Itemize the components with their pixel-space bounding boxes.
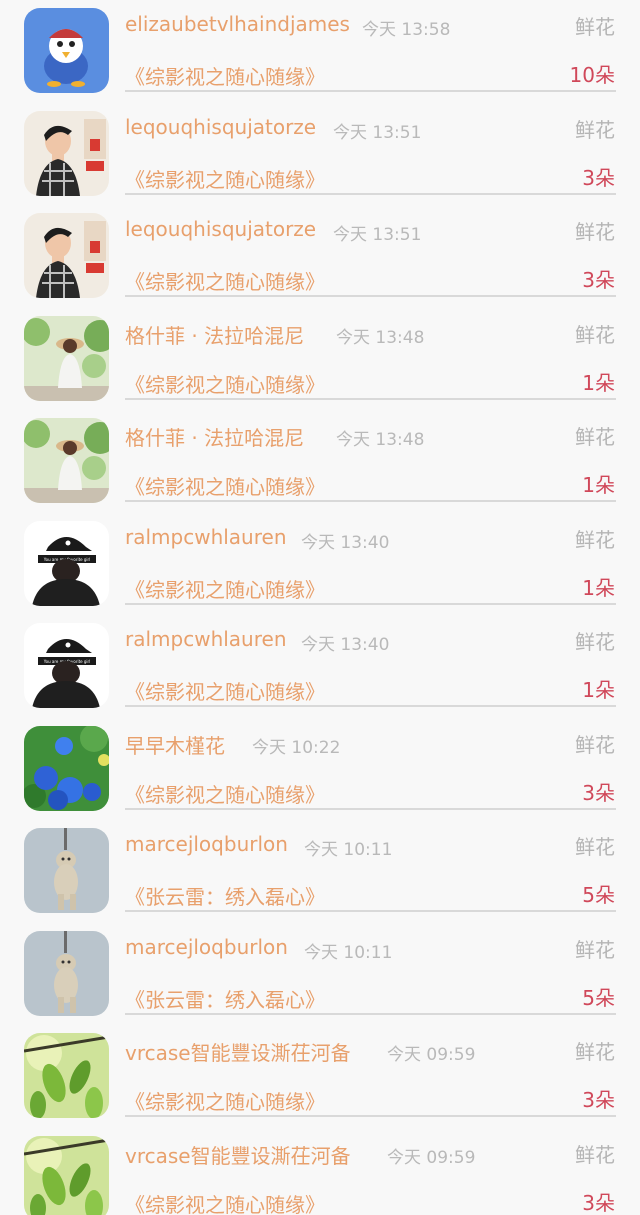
work-title-link[interactable]: 《综影视之随心随缘》 [125, 164, 325, 193]
gift-record-row[interactable]: leqouqhisqujatorze 今天 13:51 鲜花《综影视之随心随缘》 3朵 [0, 205, 640, 308]
timestamp: 今天 13:48 [336, 327, 425, 348]
gift-record-row[interactable]: marcejloqburlon 今天 10:11 鲜花《张云雷：绣入磊心》 5朵 [0, 820, 640, 923]
row-divider [125, 90, 616, 92]
gift-count: 5朵 [582, 883, 615, 907]
row-divider [125, 807, 616, 810]
user-avatar[interactable] [24, 110, 109, 196]
user-avatar[interactable] [24, 315, 109, 401]
user-avatar[interactable] [24, 213, 109, 298]
gift-record-row[interactable]: 格什菲 · 法拉哈混尼 今天 13:48 鲜花《综影视之随心随缘》 1朵 [0, 410, 640, 513]
gift-count: 1朵 [582, 575, 615, 600]
timestamp: 今天 13:51 [333, 225, 422, 245]
gift-type-label: 鲜花 [575, 425, 615, 449]
timestamp: 今天 09:59 [387, 1147, 476, 1168]
work-title-link[interactable]: 《综影视之随心随缘》 [125, 1189, 325, 1215]
timestamp: 今天 10:11 [304, 942, 393, 963]
timestamp: 今天 09:59 [387, 1045, 476, 1065]
work-title-link[interactable]: 《综影视之随心随缘》 [125, 61, 325, 90]
timestamp: 今天 13:40 [301, 532, 390, 553]
gift-count: 1朵 [582, 370, 615, 395]
gift-type-label: 鲜花 [575, 527, 615, 552]
gift-record-row[interactable]: vrcase智能豐设澌茌河备 今天 09:59 鲜花《综影视之随心随缘》 3朵 [0, 1128, 640, 1215]
timestamp: 今天 13:51 [333, 122, 422, 143]
gift-type-label: 鲜花 [575, 1040, 615, 1064]
gift-type-label: 鲜花 [575, 15, 615, 39]
user-avatar[interactable] [24, 725, 109, 811]
username[interactable]: 格什菲 · 法拉哈混尼 [125, 320, 304, 349]
row-divider [125, 1115, 616, 1117]
row-divider [125, 500, 616, 502]
row-divider [125, 910, 616, 912]
work-title-link[interactable]: 《综影视之随心随缘》 [125, 574, 325, 603]
user-avatar[interactable] [24, 418, 109, 503]
username[interactable]: 格什菲 · 法拉哈混尼 [125, 422, 304, 451]
gift-record-row[interactable]: marcejloqburlon 今天 10:11 鲜花《张云雷：绣入磊心》 5朵 [0, 923, 640, 1026]
gift-type-label: 鲜花 [575, 835, 615, 859]
gift-type-label: 鲜花 [575, 1142, 615, 1167]
row-divider [125, 295, 616, 297]
user-avatar[interactable]: You are my favorite girl [24, 623, 109, 708]
gift-record-row[interactable]: vrcase智能豐设澌茌河备 今天 09:59 鲜花《综影视之随心随缘》 3朵 [0, 1025, 640, 1128]
timestamp: 今天 10:22 [252, 737, 341, 758]
user-avatar[interactable] [24, 930, 109, 1016]
row-divider [125, 397, 616, 400]
timestamp: 今天 13:48 [336, 430, 425, 450]
gift-count: 3朵 [582, 268, 615, 292]
gift-type-label: 鲜花 [575, 630, 615, 654]
row-divider [125, 602, 616, 605]
work-title-link[interactable]: 《综影视之随心随缘》 [125, 1086, 325, 1115]
gift-count: 3朵 [582, 780, 615, 805]
gift-type-label: 鲜花 [575, 117, 615, 142]
gift-record-row[interactable]: You are my favorite girl ralmpcwhlauren 今天… [0, 513, 640, 616]
gift-count: 1朵 [582, 473, 615, 497]
gift-count: 3朵 [582, 165, 615, 190]
work-title-link[interactable]: 《综影视之随心随缘》 [125, 266, 325, 295]
work-title-link[interactable]: 《张云雷：绣入磊心》 [125, 984, 325, 1013]
gift-record-row[interactable]: 格什菲 · 法拉哈混尼 今天 13:48 鲜花《综影视之随心随缘》 1朵 [0, 308, 640, 411]
work-title-link[interactable]: 《综影视之随心随缘》 [125, 676, 325, 705]
gift-type-label: 鲜花 [575, 937, 615, 962]
user-avatar[interactable] [24, 828, 109, 913]
username[interactable]: ralmpcwhlauren [125, 627, 287, 651]
row-divider [125, 192, 616, 195]
user-avatar[interactable] [24, 1033, 109, 1118]
timestamp: 今天 13:58 [362, 20, 451, 40]
gift-count: 3朵 [582, 1088, 615, 1112]
gift-record-row[interactable]: elizaubetvlhaindjames 今天 13:58 鲜花《综影视之随心随缘… [0, 0, 640, 103]
work-title-link[interactable]: 《综影视之随心随缘》 [125, 369, 325, 398]
gift-type-label: 鲜花 [575, 220, 615, 244]
username[interactable]: leqouqhisqujatorze [125, 217, 316, 241]
timestamp: 今天 10:11 [304, 840, 393, 860]
row-divider [125, 705, 616, 707]
gift-record-row[interactable]: leqouqhisqujatorze 今天 13:51 鲜花《综影视之随心随缘》 3朵 [0, 103, 640, 206]
work-title-link[interactable]: 《张云雷：绣入磊心》 [125, 881, 325, 910]
username[interactable]: elizaubetvlhaindjames [125, 12, 350, 36]
timestamp: 今天 13:40 [301, 635, 390, 655]
user-avatar[interactable] [24, 8, 109, 93]
username[interactable]: vrcase智能豐设澌茌河备 [125, 1037, 351, 1066]
username[interactable]: vrcase智能豐设澌茌河备 [125, 1140, 351, 1169]
gift-count: 5朵 [582, 985, 615, 1010]
gift-count: 1朵 [582, 678, 615, 702]
username[interactable]: marcejloqburlon [125, 935, 288, 959]
gift-type-label: 鲜花 [575, 732, 615, 757]
gift-count: 3朵 [582, 1190, 615, 1215]
work-title-link[interactable]: 《综影视之随心随缘》 [125, 779, 325, 808]
gift-count: 10朵 [569, 63, 615, 87]
user-avatar[interactable] [24, 1135, 109, 1215]
username[interactable]: 早早木槿花 [125, 730, 225, 759]
user-avatar[interactable]: You are my favorite girl [24, 520, 109, 606]
gift-record-row[interactable]: You are my favorite girl ralmpcwhlauren 今天… [0, 615, 640, 718]
gift-record-list: elizaubetvlhaindjames 今天 13:58 鲜花 《综影视之随心随缘… [0, 0, 640, 1215]
row-divider [125, 1012, 616, 1015]
gift-record-row[interactable]: 早早木槿花 今天 10:22 鲜花《综影视之随心随缘》 3朵 [0, 718, 640, 821]
username[interactable]: marcejloqburlon [125, 832, 288, 856]
username[interactable]: leqouqhisqujatorze [125, 115, 316, 139]
gift-type-label: 鲜花 [575, 322, 615, 347]
username[interactable]: ralmpcwhlauren [125, 525, 287, 549]
work-title-link[interactable]: 《综影视之随心随缘》 [125, 471, 325, 500]
